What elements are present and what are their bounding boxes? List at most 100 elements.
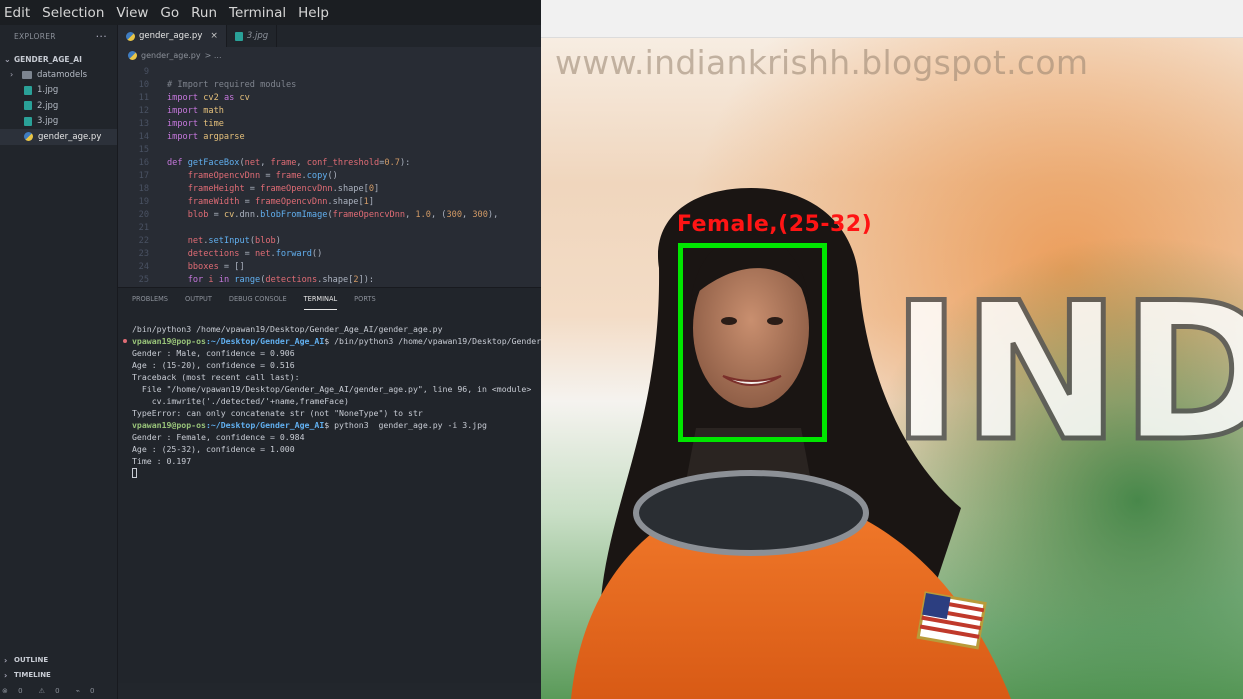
- terminal[interactable]: /bin/python3 /home/vpawan19/Desktop/Gend…: [118, 310, 541, 479]
- menu-go[interactable]: Go: [160, 5, 179, 21]
- outline-section[interactable]: › OUTLINE: [0, 653, 118, 667]
- menu-terminal[interactable]: Terminal: [229, 5, 286, 21]
- code-line: 21: [118, 221, 541, 234]
- python-file-icon: [128, 51, 137, 60]
- code-line: 15: [118, 143, 541, 156]
- menu-view[interactable]: View: [116, 5, 148, 21]
- tree-item-gender-age-py[interactable]: gender_age.py: [0, 129, 117, 145]
- code-line: 17 frameOpencvDnn = frame.copy(): [118, 169, 541, 182]
- python-file-icon: [126, 31, 135, 41]
- terminal-line: cv.imwrite('./detected/'+name,frameFace): [132, 396, 349, 406]
- error-icon: ⊗: [2, 687, 8, 695]
- tab-terminal[interactable]: TERMINAL: [303, 288, 338, 310]
- prompt-user: vpawan19@pop-os: [132, 336, 206, 346]
- tree-item-3-jpg[interactable]: 3.jpg: [0, 114, 117, 130]
- line-number: 17: [138, 170, 149, 181]
- project-name: GENDER_AGE_AI: [14, 54, 82, 64]
- tab-gender-age-py[interactable]: gender_age.py ×: [118, 25, 227, 47]
- error-count[interactable]: ⊗ 0: [2, 687, 31, 695]
- line-number: 25: [138, 274, 149, 285]
- prompt-command: $ python3 gender_age.py -i 3.jpg: [324, 420, 487, 430]
- terminal-prompt-line: vpawan19@pop-os:~/Desktop/Gender_Age_AI $…: [132, 419, 541, 431]
- timeline-section[interactable]: › TIMELINE: [0, 668, 118, 682]
- line-number: 16: [138, 157, 149, 168]
- tree-item-2-jpg[interactable]: 2.jpg: [0, 98, 117, 114]
- warning-icon: ⚠: [38, 687, 45, 695]
- line-number: 11: [138, 92, 149, 103]
- tab-ports[interactable]: PORTS: [354, 288, 375, 310]
- code-line: 12 import math: [118, 104, 541, 117]
- chevron-right-icon: ›: [4, 655, 8, 665]
- status-bar: ⊗ 0 ⚠ 0 ⌁ 0: [0, 683, 118, 699]
- line-number: 20: [138, 209, 149, 220]
- viewer-titlebar[interactable]: [541, 0, 1243, 38]
- flag-patch: [916, 591, 987, 650]
- menu-help[interactable]: Help: [298, 5, 329, 21]
- terminal-line: Age : (25-32), confidence = 1.000: [132, 444, 295, 454]
- terminal-prompt-line: vpawan19@pop-os:~/Desktop/Gender_Age_AI $…: [123, 335, 541, 347]
- tree-item-datamodels[interactable]: › datamodels: [0, 67, 117, 83]
- explorer-title: EXPLORER: [14, 31, 56, 41]
- error-count-value: 0: [18, 687, 23, 695]
- menu-edit[interactable]: Edit: [4, 5, 30, 21]
- image-file-icon: [24, 85, 32, 95]
- vscode-window: Edit Selection View Go Run Terminal Help…: [0, 0, 541, 699]
- python-file-icon: [24, 132, 33, 142]
- prompt-path: :~/Desktop/Gender_Age_AI: [205, 420, 325, 430]
- code-line: 22 net.setInput(blob): [118, 234, 541, 247]
- line-number: 19: [138, 196, 149, 207]
- tab-3-jpg[interactable]: 3.jpg: [227, 25, 278, 47]
- code-line: 9: [118, 65, 541, 78]
- tab-label: gender_age.py: [139, 31, 203, 41]
- tab-debug-console[interactable]: DEBUG CONSOLE: [229, 288, 287, 310]
- explorer-sidebar: EXPLORER ··· ⌄ GENDER_AGE_AI › datamodel…: [0, 25, 118, 699]
- close-icon[interactable]: ×: [210, 31, 218, 41]
- breadcrumb-file[interactable]: gender_age.py: [141, 51, 201, 60]
- code-line: 24 bboxes = []: [118, 260, 541, 273]
- project-folder[interactable]: ⌄ GENDER_AGE_AI: [0, 51, 117, 67]
- chevron-right-icon: ›: [10, 70, 14, 80]
- tree-item-1-jpg[interactable]: 1.jpg: [0, 83, 117, 99]
- ports-count[interactable]: ⌁ 0: [76, 687, 103, 695]
- face-bounding-box: [678, 243, 827, 442]
- terminal-line: Traceback (most recent call last):: [132, 372, 300, 382]
- tree-item-label: gender_age.py: [38, 131, 102, 142]
- tab-problems[interactable]: PROBLEMS: [132, 288, 168, 310]
- prompt-path: :~/Desktop/Gender_Age_AI: [205, 336, 325, 346]
- code-area[interactable]: 9 10 # Import required modules 11 import c…: [118, 64, 541, 286]
- tree-item-label: 3.jpg: [37, 116, 59, 127]
- india-banner-text: INDI: [891, 262, 1243, 483]
- menu-bar: Edit Selection View Go Run Terminal Help: [0, 0, 541, 25]
- chevron-down-icon: ⌄: [4, 54, 11, 64]
- code-line: 18 frameHeight = frameOpencvDnn.shape[0]: [118, 182, 541, 195]
- line-number: 24: [138, 261, 149, 272]
- code-line: 19 frameWidth = frameOpencvDnn.shape[1]: [118, 195, 541, 208]
- detected-photo: INDI www.indiankrishh.blo: [541, 38, 1243, 699]
- line-number: 23: [138, 248, 149, 259]
- chevron-right-icon: ›: [4, 670, 8, 680]
- line-number: 21: [138, 222, 149, 233]
- ports-count-value: 0: [90, 687, 95, 695]
- more-actions-icon[interactable]: ···: [96, 30, 107, 43]
- line-number: 9: [143, 66, 149, 77]
- code-line: 25 for i in range(detections.shape[2]):: [118, 273, 541, 286]
- antenna-icon: ⌁: [75, 687, 80, 695]
- terminal-line: Gender : Female, confidence = 0.984: [132, 432, 305, 442]
- menu-run[interactable]: Run: [191, 5, 217, 21]
- terminal-line: File "/home/vpawan19/Desktop/Gender_Age_…: [132, 384, 532, 394]
- watermark-text: www.indiankrishh.blogspot.com: [555, 43, 1089, 82]
- image-file-icon: [24, 101, 32, 111]
- timeline-label: TIMELINE: [14, 671, 51, 679]
- tab-output[interactable]: OUTPUT: [185, 288, 212, 310]
- tab-label: 3.jpg: [246, 31, 269, 41]
- menu-selection[interactable]: Selection: [42, 5, 104, 21]
- line-number: 13: [138, 118, 149, 129]
- breadcrumb-rest[interactable]: > ...: [205, 51, 222, 60]
- code-line: 16 def getFaceBox(net, frame, conf_thresh…: [118, 156, 541, 169]
- code-line: 20 blob = cv.dnn.blobFromImage(frameOpen…: [118, 208, 541, 221]
- outline-label: OUTLINE: [14, 656, 49, 664]
- editor-tabs: gender_age.py × 3.jpg: [118, 25, 541, 47]
- image-file-icon: [24, 116, 32, 126]
- warning-count[interactable]: ⚠ 0: [39, 687, 68, 695]
- prompt-command: $ /bin/python3 /home/vpawan19/Desktop/Ge…: [324, 336, 541, 346]
